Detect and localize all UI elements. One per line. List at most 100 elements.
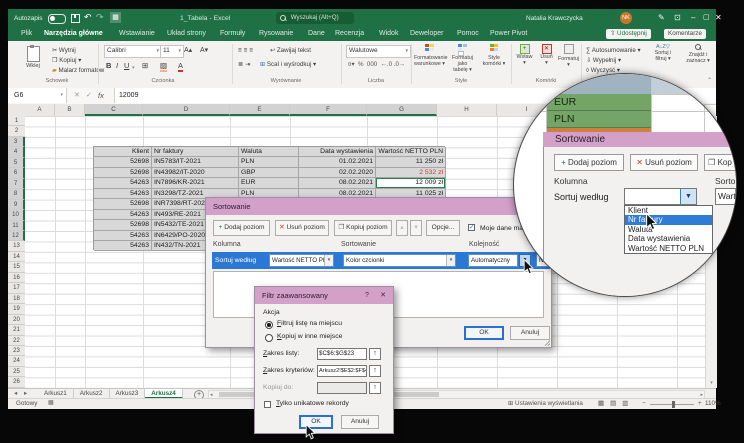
- cell-waluta[interactable]: GBP: [239, 168, 299, 178]
- column-header[interactable]: C: [85, 104, 143, 116]
- filter-in-place-label[interactable]: Filtruj listę na miejscu: [277, 320, 342, 327]
- cell-klient[interactable]: 54263: [94, 189, 152, 199]
- ribbon-display-icon[interactable]: ⊡: [674, 13, 681, 22]
- table-header-cell[interactable]: Klient: [94, 147, 152, 157]
- bold-button[interactable]: B: [106, 62, 111, 70]
- accessibility-icon[interactable]: ▦: [48, 399, 54, 408]
- cell-waluta[interactable]: PLN: [239, 157, 299, 167]
- tab-wstawianie[interactable]: Wstawianie: [119, 27, 155, 41]
- pen-icon[interactable]: ✎: [658, 13, 665, 22]
- sort-dialog-title[interactable]: Sortowanie: [206, 198, 551, 215]
- close-button[interactable]: ✕: [715, 13, 722, 22]
- column-header[interactable]: H: [437, 104, 497, 116]
- cell-klient[interactable]: 52698: [94, 220, 152, 230]
- italic-button[interactable]: I: [116, 62, 118, 70]
- cell-nr-faktury[interactable]: IN5783/IT-2021: [152, 157, 239, 167]
- row-header[interactable]: 4: [8, 147, 25, 157]
- autosave-toggle[interactable]: [48, 14, 66, 24]
- tab-formuly[interactable]: Formuły: [220, 27, 245, 41]
- filter-in-place-radio[interactable]: [265, 321, 273, 329]
- cell-nr-faktury[interactable]: IN43982/IT-2020: [152, 168, 239, 178]
- table-header-cell[interactable]: Data wystawienia: [299, 147, 376, 157]
- minimize-button[interactable]: –: [691, 13, 695, 22]
- sort-ok-button[interactable]: OK: [464, 326, 504, 340]
- row-header[interactable]: 14: [8, 252, 25, 262]
- filter-cancel-button[interactable]: Anuluj: [341, 415, 379, 429]
- comments-button[interactable]: Komentarze: [664, 29, 706, 39]
- copy-to-picker-icon[interactable]: ↑: [369, 382, 381, 394]
- delete-cells-button[interactable]: ✕ Usuń▾: [536, 44, 557, 78]
- inset-dropdown-item[interactable]: Data wystawienia: [625, 234, 712, 243]
- move-down-button[interactable]: ▾: [410, 220, 422, 236]
- share-button[interactable]: ⇧ Udostępnij: [606, 29, 651, 39]
- insert-cells-button[interactable]: + Wstaw▾: [514, 44, 535, 78]
- sort-filter-button[interactable]: A↓Z▽ Sortuj ifiltruj ▾: [646, 44, 680, 78]
- tab-rysowanie[interactable]: Rysowanie: [259, 27, 293, 41]
- tab-dane[interactable]: Dane: [308, 27, 325, 41]
- row-header[interactable]: 9: [8, 200, 25, 210]
- underline-dd-icon[interactable]: ▾: [132, 64, 135, 72]
- row-header[interactable]: 7: [8, 179, 25, 189]
- delete-level-button[interactable]: ✕ Usuń poziom: [275, 220, 329, 236]
- row-header[interactable]: 16: [8, 273, 25, 283]
- merge-center-button[interactable]: ⊞ Scal i wyśrodkuj ▾: [260, 61, 316, 69]
- cut-button[interactable]: ✂ Wytnij: [52, 47, 76, 55]
- paste-button[interactable]: Wklej: [20, 45, 46, 75]
- cancel-entry-icon[interactable]: ✕: [74, 88, 80, 103]
- fill-color-icon[interactable]: ▨: [160, 62, 167, 72]
- list-range-picker-icon[interactable]: ↑: [369, 348, 381, 360]
- cell-klient[interactable]: 52698: [94, 199, 152, 209]
- copy-level-button[interactable]: ❐ Kopiuj poziom: [334, 220, 392, 236]
- row-header[interactable]: 18: [8, 294, 25, 304]
- tab-uklad-strony[interactable]: Układ strony: [167, 27, 206, 41]
- cell-wartosc[interactable]: 11 250 zł: [376, 157, 446, 167]
- unique-records-label[interactable]: Tylko unikatowe rekordy: [276, 400, 349, 407]
- row-header[interactable]: 3: [8, 137, 25, 147]
- row-header[interactable]: 13: [8, 241, 25, 251]
- sort-column-combo[interactable]: Wartość NETTO PLN▾: [269, 254, 334, 267]
- column-header[interactable]: A: [25, 104, 55, 116]
- row-header[interactable]: 15: [8, 262, 25, 272]
- table-header-cell[interactable]: Waluta: [239, 147, 299, 157]
- valign-icons[interactable]: ≣⇥: [238, 61, 252, 69]
- copy-button[interactable]: ❐ Kopiuj ▾: [52, 57, 81, 65]
- align-icons[interactable]: ≡≡≡: [238, 47, 255, 55]
- undo-icon[interactable]: ↶: [84, 12, 92, 23]
- inset-dropdown-item[interactable]: Wartość NETTO PLN: [625, 244, 712, 253]
- cell-klient[interactable]: 54263: [94, 241, 152, 251]
- criteria-range-input[interactable]: Arkusz2!$E$2:$F$4: [317, 365, 367, 377]
- font-size-combo[interactable]: 11▾: [160, 45, 184, 58]
- row-header[interactable]: 1: [8, 116, 25, 126]
- zoom-in-icon[interactable]: +: [698, 399, 702, 408]
- row-header[interactable]: 22: [8, 336, 25, 346]
- headers-checkbox[interactable]: ✓: [468, 224, 475, 231]
- format-painter-button[interactable]: ▰ Malarz formatów: [52, 67, 104, 75]
- row-header[interactable]: 20: [8, 315, 25, 325]
- zoom-slider-thumb[interactable]: [672, 401, 675, 408]
- cell-data[interactable]: 08.02.2021: [299, 178, 376, 188]
- tab-recenzja[interactable]: Recenzja: [335, 27, 364, 41]
- quick-access-icon[interactable]: ▦: [110, 12, 121, 23]
- column-header[interactable]: E: [230, 104, 290, 116]
- filter-help-icon[interactable]: ?: [359, 287, 375, 304]
- cell-klient[interactable]: 54263: [94, 178, 152, 188]
- row-header[interactable]: 5: [8, 158, 25, 168]
- underline-button[interactable]: U: [124, 62, 129, 70]
- cell-klient[interactable]: 54263: [94, 210, 152, 220]
- borders-icon[interactable]: ⊞: [142, 62, 148, 70]
- find-select-button[interactable]: Znajdź izaznacz ▾: [682, 44, 714, 78]
- copy-elsewhere-radio[interactable]: [265, 334, 273, 342]
- cell-wartosc[interactable]: 12 009 zł: [376, 178, 446, 188]
- row-header[interactable]: 6: [8, 168, 25, 178]
- avatar[interactable]: NK: [620, 12, 632, 24]
- move-up-button[interactable]: ▴: [396, 220, 408, 236]
- filter-close-icon[interactable]: ✕: [375, 287, 391, 304]
- autosum-button[interactable]: ∑ Autosumowanie ▾: [586, 47, 641, 55]
- tab-widok[interactable]: Widok: [379, 27, 398, 41]
- search-box[interactable]: Wyszukaj (Alt+Q): [276, 12, 354, 24]
- tab-power-pivot[interactable]: Power Pivot: [490, 27, 527, 41]
- name-box[interactable]: G6▾: [8, 88, 67, 103]
- table-header-cell[interactable]: Wartość NETTO PLN: [376, 147, 446, 157]
- row-header[interactable]: 24: [8, 356, 25, 366]
- cell-styles-button[interactable]: Stylekomórki ▾: [479, 44, 509, 78]
